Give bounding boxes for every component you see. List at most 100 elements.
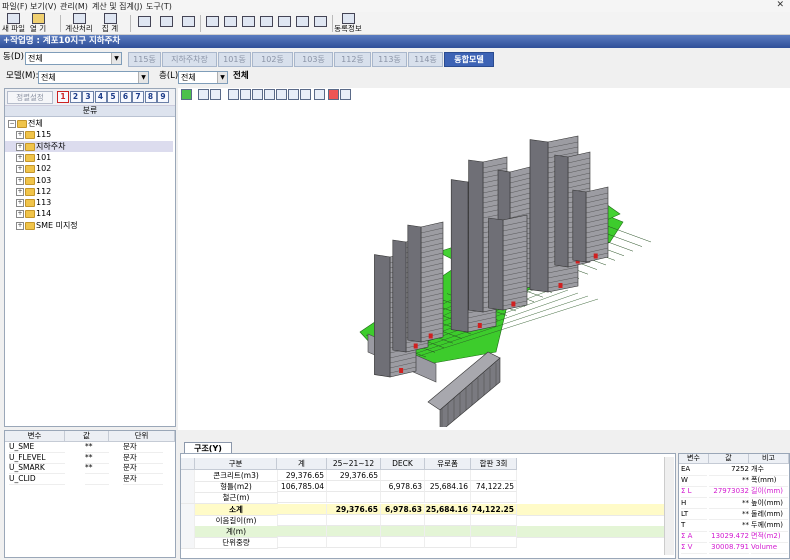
level-button-7[interactable]: 7	[132, 91, 144, 103]
cube-back-icon[interactable]	[276, 89, 287, 100]
cube-right-icon[interactable]	[264, 89, 275, 100]
tree-node[interactable]: +114	[5, 208, 173, 219]
row-selector[interactable]	[181, 481, 195, 494]
level-button-8[interactable]: 8	[144, 91, 157, 103]
menu-item[interactable]: 계산 및 집계(J)	[92, 1, 143, 12]
tree-node[interactable]: − 전체	[5, 118, 173, 129]
toolbar-separator	[200, 15, 201, 32]
level-button-5[interactable]: 5	[107, 91, 119, 103]
model-viewer[interactable]	[178, 88, 790, 430]
cube-left-icon[interactable]	[252, 89, 263, 100]
report-3-button[interactable]	[240, 13, 256, 33]
level-button-3[interactable]: 3	[82, 91, 94, 103]
table-cell	[471, 537, 517, 549]
variable-value[interactable]	[85, 474, 109, 485]
open-button[interactable]: 열 기	[28, 13, 48, 33]
tree-node[interactable]: +103	[5, 175, 173, 186]
sort-settings-button[interactable]: 정렬설정	[7, 91, 53, 104]
tab-building[interactable]: 112동	[334, 52, 371, 67]
expand-icon[interactable]: +	[16, 131, 24, 140]
report-5-button[interactable]	[276, 13, 292, 33]
tree-node[interactable]: + SME 미지정	[5, 220, 173, 231]
new-file-button[interactable]: 새 파일	[2, 13, 25, 33]
section-icon[interactable]	[328, 89, 339, 100]
calculate-button[interactable]: 계산처리	[64, 13, 94, 33]
level-button-2[interactable]: 2	[69, 91, 82, 103]
table-cell	[425, 492, 471, 504]
tab-building[interactable]: 103동	[294, 52, 333, 67]
report-2-button[interactable]	[222, 13, 238, 33]
camera-icon[interactable]	[210, 89, 221, 100]
row-selector[interactable]	[181, 503, 195, 516]
zoom-window-button[interactable]	[136, 13, 152, 33]
expand-icon[interactable]: +	[16, 165, 24, 174]
expand-icon[interactable]: +	[16, 199, 24, 208]
summary-scrollbar[interactable]	[664, 457, 674, 555]
list-icon[interactable]	[314, 89, 325, 100]
zoom-in-button[interactable]	[158, 13, 174, 33]
zoom-extent-button[interactable]	[180, 13, 196, 33]
level-button-9[interactable]: 9	[157, 91, 169, 103]
report-7-button[interactable]	[312, 13, 328, 33]
floor-select[interactable]: 전체 ▼	[178, 71, 228, 84]
color-icon[interactable]	[181, 89, 192, 100]
menu-item[interactable]: 보기(V)	[30, 1, 56, 12]
3d-model-scene[interactable]	[178, 102, 790, 427]
tab-building[interactable]: 지하주차장	[162, 52, 217, 67]
model-select[interactable]: 전체 ▼	[38, 71, 149, 84]
variable-value: 13029.472	[709, 531, 749, 543]
row-selector[interactable]	[181, 537, 195, 550]
cube-iso-icon[interactable]	[288, 89, 299, 100]
classification-panel: 정렬설정 123456789 분류 − 전체 +115 + 지하주차 +101 +102 +1…	[4, 88, 176, 427]
tab-building[interactable]: 114동	[408, 52, 443, 67]
table-cell	[425, 537, 471, 549]
cube-top-icon[interactable]	[240, 89, 251, 100]
view-icon[interactable]	[198, 89, 209, 100]
tree-node[interactable]: +113	[5, 197, 173, 208]
report-4-button[interactable]	[258, 13, 274, 33]
level-button-1[interactable]: 1	[57, 91, 69, 103]
building-select[interactable]: 전체 ▼	[25, 52, 122, 65]
level-button-6[interactable]: 6	[119, 91, 132, 103]
tab-building[interactable]: 101동	[218, 52, 251, 67]
variable-value[interactable]: **	[85, 453, 109, 464]
report-1-button[interactable]	[204, 13, 220, 33]
row-selector[interactable]	[181, 514, 195, 527]
tab-building[interactable]: 115동	[128, 52, 161, 67]
cube-bottom-icon[interactable]	[300, 89, 311, 100]
table-cell	[471, 526, 517, 537]
variable-value[interactable]: **	[85, 463, 109, 474]
close-icon[interactable]: ✕	[776, 0, 784, 10]
tree-node[interactable]: +115	[5, 129, 173, 140]
level-button-4[interactable]: 4	[94, 91, 107, 103]
expand-icon[interactable]: +	[16, 176, 24, 185]
variable-value[interactable]: **	[85, 442, 109, 453]
expand-icon[interactable]: −	[8, 120, 16, 128]
expand-icon[interactable]: +	[16, 142, 24, 151]
expand-icon[interactable]: +	[16, 153, 24, 162]
row-label: 소계	[195, 503, 278, 516]
cube-front-icon[interactable]	[228, 89, 239, 100]
aggregate-button[interactable]: 집 계	[98, 13, 122, 33]
tab-building[interactable]: 113동	[372, 52, 407, 67]
tab-building[interactable]: 동합모델	[444, 52, 494, 67]
tree-node[interactable]: +101	[5, 152, 173, 163]
row-selector[interactable]	[181, 526, 195, 538]
expand-icon[interactable]: +	[16, 221, 24, 230]
menu-item[interactable]: 파일(F)	[2, 1, 28, 12]
tree-node[interactable]: +102	[5, 163, 173, 174]
tab-building[interactable]: 102동	[252, 52, 293, 67]
register-button[interactable]: 동록정보	[334, 13, 362, 33]
variable-table: 변수 값 단위 U_SME ** 문자 U_FLEVEL ** 문자 U_SMARK ** 문자 U_C…	[4, 430, 176, 558]
expand-icon[interactable]: +	[16, 187, 24, 196]
menu-item[interactable]: 관리(M)	[60, 1, 88, 12]
variable-unit: 문자	[123, 463, 163, 474]
report-6-button[interactable]	[294, 13, 310, 33]
tree-node[interactable]: +112	[5, 186, 173, 197]
expand-icon[interactable]: +	[16, 210, 24, 219]
tree-node[interactable]: + 지하주차	[5, 140, 173, 152]
row-selector[interactable]	[181, 470, 195, 482]
row-selector[interactable]	[181, 492, 195, 505]
menu-item[interactable]: 도구(T)	[146, 1, 172, 12]
layer-icon[interactable]	[340, 89, 351, 100]
